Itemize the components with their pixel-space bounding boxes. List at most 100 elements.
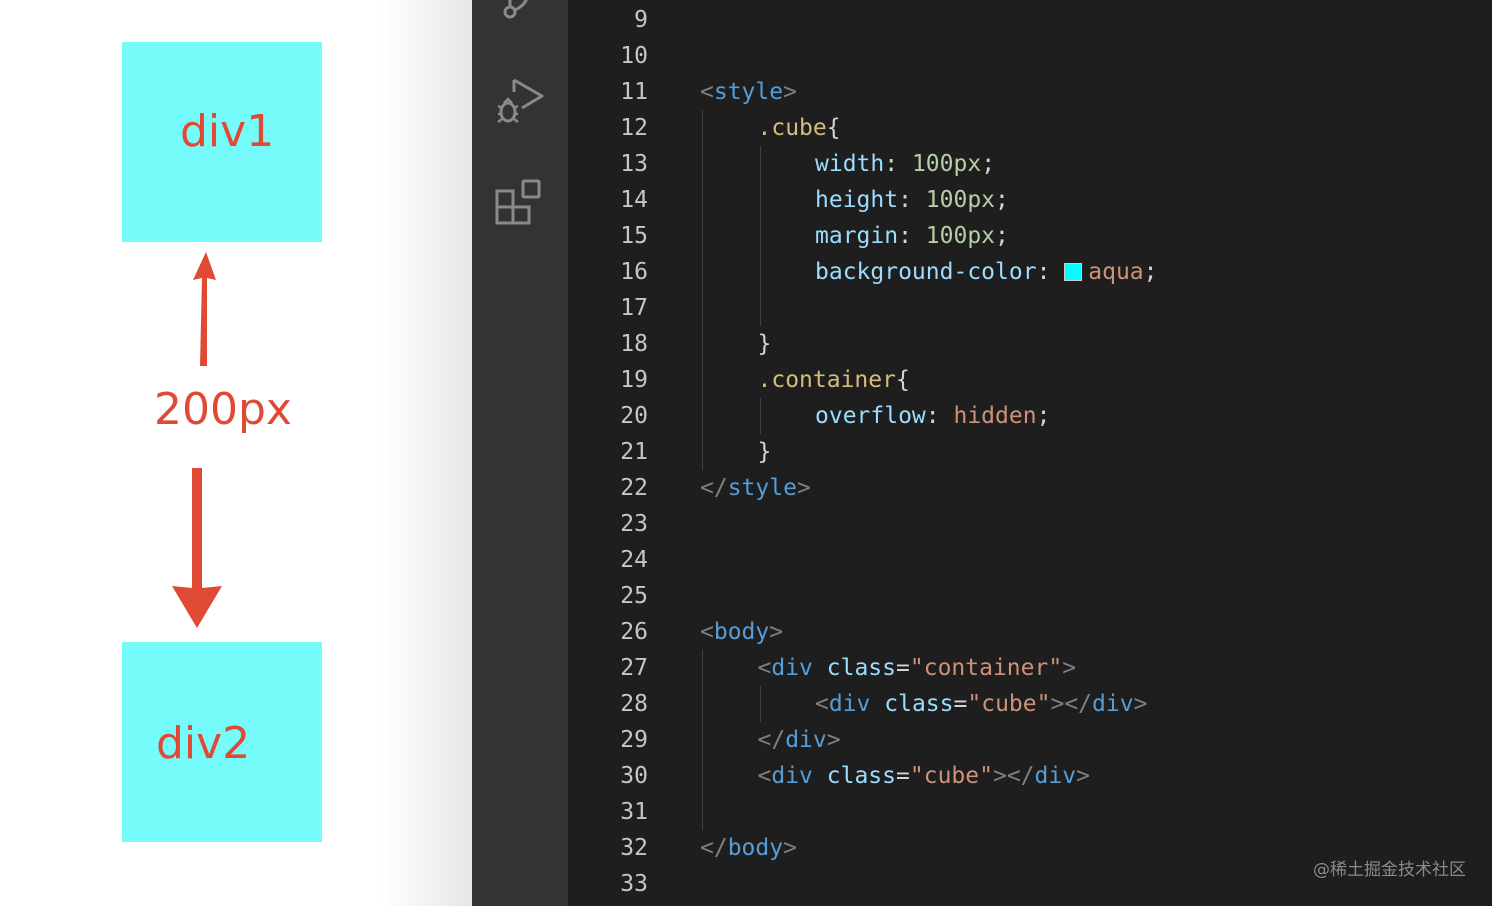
code-token: < bbox=[700, 79, 714, 105]
code-token: div bbox=[771, 763, 813, 789]
line-number: 13 bbox=[620, 151, 648, 177]
code-line[interactable]: 12 .cube{ bbox=[568, 110, 1492, 146]
down-arrow bbox=[172, 468, 222, 628]
code-token: div bbox=[828, 691, 871, 717]
code-text: width: 100px; bbox=[815, 146, 995, 182]
code-line[interactable]: 20 overflow: hidden; bbox=[568, 398, 1492, 434]
code-token: hidden bbox=[953, 403, 1037, 429]
code-text: height: 100px; bbox=[815, 182, 1009, 218]
line-number: 10 bbox=[620, 43, 648, 69]
code-token: = bbox=[896, 763, 910, 789]
line-number: 21 bbox=[620, 439, 648, 465]
code-token: < bbox=[815, 691, 829, 717]
code-token: div bbox=[1092, 691, 1134, 717]
code-line[interactable]: 14 height: 100px; bbox=[568, 182, 1492, 218]
code-token: 100px bbox=[925, 223, 996, 249]
line-number: 14 bbox=[620, 187, 648, 213]
code-token: < bbox=[700, 619, 714, 645]
code-line[interactable]: 16 background-color: aqua; bbox=[568, 254, 1492, 290]
code-token: div bbox=[1034, 763, 1077, 789]
code-line[interactable]: 11 <style> bbox=[568, 74, 1492, 110]
code-line[interactable]: 25 bbox=[568, 578, 1492, 614]
line-number: 28 bbox=[620, 691, 648, 717]
code-token: aqua bbox=[1088, 259, 1144, 285]
line-number: 19 bbox=[620, 367, 648, 393]
code-token: : bbox=[898, 223, 926, 249]
code-line[interactable]: 28 <div class="cube"></div> bbox=[568, 686, 1492, 722]
code-editor[interactable]: 9 10 11 <style> 12 .cube{13 width: 100px; 14 hei… bbox=[568, 0, 1492, 906]
line-number: 12 bbox=[620, 115, 648, 141]
code-token: ></ bbox=[1050, 691, 1093, 717]
code-token: : bbox=[898, 187, 926, 213]
code-line[interactable]: 22 </style> bbox=[568, 470, 1492, 506]
code-text: <div class="cube"></div> bbox=[758, 758, 1090, 794]
gap-200px-label: 200px bbox=[154, 384, 292, 435]
code-line[interactable]: 26 <body> bbox=[568, 614, 1492, 650]
code-text: } bbox=[758, 434, 772, 470]
code-token: } bbox=[757, 331, 772, 357]
line-number: 26 bbox=[620, 619, 648, 645]
line-number: 32 bbox=[620, 835, 648, 861]
code-token: > bbox=[783, 79, 797, 105]
code-line[interactable]: 24 bbox=[568, 542, 1492, 578]
code-token: ; bbox=[1143, 259, 1158, 285]
code-token: style bbox=[713, 79, 784, 105]
line-number: 22 bbox=[620, 475, 648, 501]
code-token: body bbox=[713, 619, 770, 645]
code-line[interactable]: 19 .container{ bbox=[568, 362, 1492, 398]
line-number: 29 bbox=[620, 727, 648, 753]
code-text: </body> bbox=[700, 830, 797, 866]
code-token: > bbox=[783, 835, 797, 861]
code-token: style bbox=[727, 475, 797, 501]
code-line[interactable]: 21} bbox=[568, 434, 1492, 470]
code-line[interactable]: 10 bbox=[568, 38, 1492, 74]
line-number: 23 bbox=[620, 511, 648, 537]
code-token: ></ bbox=[992, 763, 1035, 789]
code-text: } bbox=[758, 326, 772, 362]
code-text: .cube{ bbox=[758, 110, 841, 146]
code-line[interactable]: 29 </div> bbox=[568, 722, 1492, 758]
code-token: < bbox=[757, 763, 772, 789]
code-token: } bbox=[757, 439, 772, 465]
code-line[interactable]: 23 bbox=[568, 506, 1492, 542]
watermark: @稀土掘金技术社区 bbox=[1313, 860, 1466, 880]
code-text: margin: 100px; bbox=[815, 218, 1009, 254]
code-text: overflow: hidden; bbox=[815, 398, 1050, 434]
extensions-icon[interactable] bbox=[494, 178, 546, 230]
code-text: <div class="container"> bbox=[758, 650, 1077, 686]
code-token: : bbox=[884, 151, 912, 177]
code-line[interactable]: 30 <div class="cube"></div> bbox=[568, 758, 1492, 794]
code-token: class bbox=[884, 691, 954, 717]
code-token: .cube bbox=[757, 115, 827, 141]
code-line[interactable]: 27 <div class="container"> bbox=[568, 650, 1492, 686]
code-line[interactable]: 17 bbox=[568, 290, 1492, 326]
code-token: class bbox=[826, 655, 897, 681]
code-line[interactable]: 31 bbox=[568, 794, 1492, 830]
code-token: = bbox=[896, 655, 910, 681]
code-token: : bbox=[1036, 259, 1065, 285]
code-token: { bbox=[895, 367, 910, 393]
code-token: ; bbox=[995, 223, 1009, 249]
run-debug-icon[interactable] bbox=[494, 74, 546, 126]
code-token: > bbox=[826, 727, 841, 753]
line-number: 11 bbox=[620, 79, 648, 105]
line-number: 17 bbox=[620, 295, 648, 321]
code-line[interactable]: 13 width: 100px; bbox=[568, 146, 1492, 182]
gap-arrows bbox=[172, 252, 222, 628]
code-line[interactable]: 15 margin: 100px; bbox=[568, 218, 1492, 254]
code-token: </ bbox=[700, 475, 728, 501]
code-line[interactable]: 18} bbox=[568, 326, 1492, 362]
code-token: 100px bbox=[925, 187, 996, 213]
line-number: 20 bbox=[620, 403, 648, 429]
color-swatch[interactable] bbox=[1064, 263, 1083, 281]
line-number: 9 bbox=[634, 7, 648, 33]
code-token: body bbox=[727, 835, 784, 861]
code-token: < bbox=[757, 655, 772, 681]
code-token: background-color bbox=[815, 259, 1037, 285]
code-token: > bbox=[1133, 691, 1148, 717]
code-token: ; bbox=[981, 151, 996, 177]
code-line[interactable]: 9 bbox=[568, 2, 1492, 38]
code-text: </style> bbox=[700, 470, 811, 506]
source-control-icon[interactable] bbox=[494, 0, 546, 42]
